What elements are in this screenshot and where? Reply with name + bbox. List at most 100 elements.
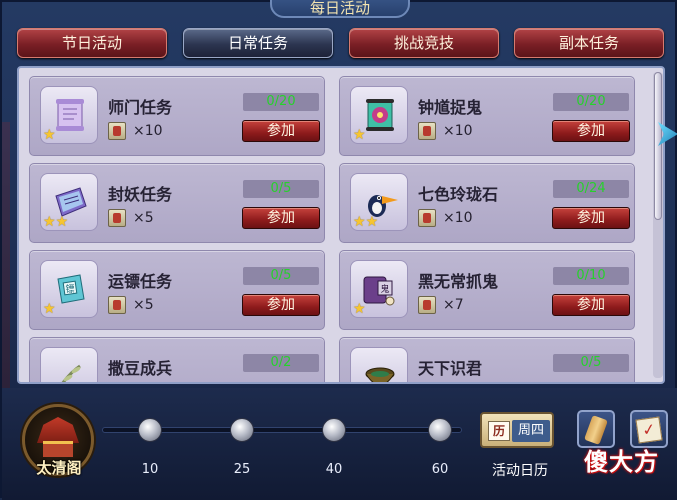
reward-item-icon <box>418 209 436 227</box>
reward-item-icon <box>108 296 126 314</box>
task-progress: 0/10 <box>553 267 629 285</box>
task-card: ★ ★ 七色玲珑石 ×10 0/24 参加 <box>339 163 635 243</box>
task-card: 镖 ★ 运镖任务 ×5 0/5 参加 <box>29 250 325 330</box>
task-card: 鬼 ★ 黑无常抓鬼 ×7 0/10 参加 <box>339 250 635 330</box>
task-card: ★ 钟馗捉鬼 ×10 0/20 参加 <box>339 76 635 156</box>
milestone-label: 25 <box>233 462 251 477</box>
milestone-label: 60 <box>431 462 449 477</box>
join-button[interactable]: 参加 <box>552 207 630 229</box>
purple-scroll-icon: 鬼 <box>363 276 395 306</box>
ghost-scroll-icon <box>366 99 394 131</box>
tab-challenge[interactable]: 挑战竞技 <box>349 28 499 58</box>
task-name: 天下识君 <box>418 359 483 378</box>
difficulty-stars: ★ <box>353 128 366 142</box>
reward-count: ×5 <box>133 297 154 313</box>
task-icon-frame <box>350 347 408 382</box>
reward-orb-icon <box>428 418 452 442</box>
calendar-weekday: 周四 <box>512 420 550 442</box>
milestone-reward[interactable] <box>422 412 458 448</box>
join-button[interactable]: 参加 <box>242 207 320 229</box>
star-icon: ★ <box>55 214 69 230</box>
reward-item-icon <box>108 122 126 140</box>
join-button[interactable]: 参加 <box>242 294 320 316</box>
scroll-icon <box>56 99 84 131</box>
task-progress: 0/5 <box>243 180 319 198</box>
task-progress: 0/5 <box>553 354 629 372</box>
reward-item-icon <box>108 209 126 227</box>
task-list-scrollbar[interactable] <box>653 72 663 378</box>
task-progress: 0/20 <box>553 93 629 111</box>
tab-daily[interactable]: 日常任务 <box>183 28 333 58</box>
tab-festival[interactable]: 节日活动 <box>17 28 167 58</box>
star-icon: ★ <box>43 127 56 143</box>
reward-item-icon <box>418 122 436 140</box>
milestone-label: 40 <box>325 462 343 477</box>
task-name: 封妖任务 <box>108 185 173 204</box>
reward-orb-icon <box>322 418 346 442</box>
reward-count: ×10 <box>443 123 473 139</box>
reward-item-icon <box>418 296 436 314</box>
star-icon: ★ <box>43 214 56 230</box>
svg-text:镖: 镖 <box>65 283 74 295</box>
task-progress: 0/5 <box>243 267 319 285</box>
reward-count: ×10 <box>133 123 163 139</box>
scroll-icon <box>584 415 608 445</box>
window-title: 每日活动 <box>270 0 410 18</box>
reward-count: ×7 <box>443 297 464 313</box>
left-edge-decoration <box>2 122 10 422</box>
task-progress: 0/24 <box>553 180 629 198</box>
pavilion-roof-icon <box>37 417 79 443</box>
task-name: 黑无常抓鬼 <box>418 272 499 291</box>
task-name: 撒豆成兵 <box>108 359 173 378</box>
reward-orb-icon <box>230 418 254 442</box>
pavilion-hall-icon <box>43 441 73 457</box>
join-button[interactable]: 参加 <box>242 120 320 142</box>
task-list-panel: ★ 师门任务 ×10 0/20 参加 ★ 钟馗捉鬼 ×10 0/20 参加 ★ … <box>17 66 665 384</box>
milestone-reward[interactable] <box>132 412 168 448</box>
tab-bar: 节日活动 日常任务 挑战竞技 副本任务 <box>17 28 665 60</box>
join-button[interactable]: 参加 <box>552 294 630 316</box>
star-icon: ★ <box>365 214 379 230</box>
milestone-reward[interactable] <box>224 412 260 448</box>
difficulty-stars: ★ <box>43 302 56 316</box>
task-icon-frame: ★ <box>350 86 408 144</box>
tab-dungeon[interactable]: 副本任务 <box>514 28 664 58</box>
task-card: 天下识君 0/5 <box>339 337 635 382</box>
task-icon-frame <box>40 347 98 382</box>
join-button[interactable]: 参加 <box>552 120 630 142</box>
svg-text:鬼: 鬼 <box>380 283 389 295</box>
milestone-label: 10 <box>141 462 159 477</box>
task-icon-frame: ★ <box>40 86 98 144</box>
checkmark-notice-icon: ✓ <box>635 416 663 444</box>
task-name: 师门任务 <box>108 98 173 117</box>
reward-count: ×10 <box>443 210 473 226</box>
difficulty-stars: ★ <box>43 128 56 142</box>
star-icon: ★ <box>353 127 366 143</box>
task-card: ★ 师门任务 ×10 0/20 参加 <box>29 76 325 156</box>
plant-icon <box>61 364 81 382</box>
difficulty-stars: ★ ★ <box>353 215 378 229</box>
star-icon: ★ <box>353 301 366 317</box>
escort-book-icon: 镖 <box>57 274 85 304</box>
reward-orb-icon <box>138 418 162 442</box>
calendar-label: 活动日历 <box>492 463 548 479</box>
task-name: 运镖任务 <box>108 272 173 291</box>
emblem-label: 太清阁 <box>36 459 82 477</box>
watermark-text: 傻大方 <box>584 448 659 476</box>
milestone-reward[interactable] <box>316 412 352 448</box>
task-icon-frame: 镖 ★ <box>40 260 98 318</box>
star-icon: ★ <box>353 214 366 230</box>
daily-activity-window: 每日活动 节日活动 日常任务 挑战竞技 副本任务 ★ 师门任务 ×10 0/20… <box>0 0 677 500</box>
task-name: 七色玲珑石 <box>418 185 499 204</box>
task-card: 撒豆成兵 0/2 <box>29 337 325 382</box>
task-icon-frame: ★ ★ <box>40 173 98 231</box>
task-card: ★ ★ 封妖任务 ×5 0/5 参加 <box>29 163 325 243</box>
task-progress: 0/20 <box>243 93 319 111</box>
task-name: 钟馗捉鬼 <box>418 98 483 117</box>
activity-calendar-button[interactable]: 历 周四 <box>480 412 554 448</box>
reward-count: ×5 <box>133 210 154 226</box>
difficulty-stars: ★ ★ <box>43 215 68 229</box>
scrollbar-thumb[interactable] <box>654 72 662 220</box>
calendar-icon: 历 <box>488 421 510 441</box>
difficulty-stars: ★ <box>353 302 366 316</box>
